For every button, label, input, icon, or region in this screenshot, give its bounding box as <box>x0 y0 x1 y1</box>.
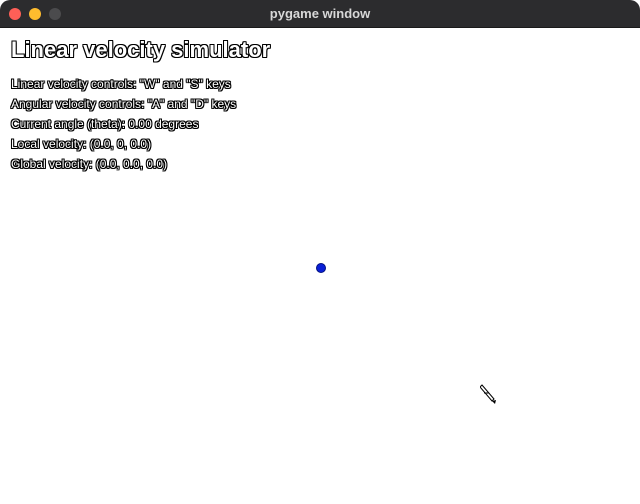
simulation-canvas[interactable]: Linear velocity simulator Linear velocit… <box>0 28 640 504</box>
local-velocity-text: Local velocity: (0.0, 0, 0.0) <box>11 137 152 151</box>
window-title: pygame window <box>269 6 371 21</box>
angular-controls-text: Angular velocity controls: "A" and "D" k… <box>11 97 237 111</box>
linear-controls-text: Linear velocity controls: "W" and "S" ke… <box>11 77 231 91</box>
title-bar[interactable]: pygame window <box>0 0 640 28</box>
pen-cursor-icon <box>480 384 496 404</box>
global-velocity-text: Global velocity: (0.0, 0.0, 0.0) <box>11 157 168 171</box>
agent-dot <box>316 263 326 273</box>
pygame-window: pygame window Linear velocity simulator … <box>0 0 640 504</box>
simulator-heading: Linear velocity simulator <box>11 37 271 62</box>
current-angle-text: Current angle (theta): 0.00 degrees <box>11 117 199 131</box>
